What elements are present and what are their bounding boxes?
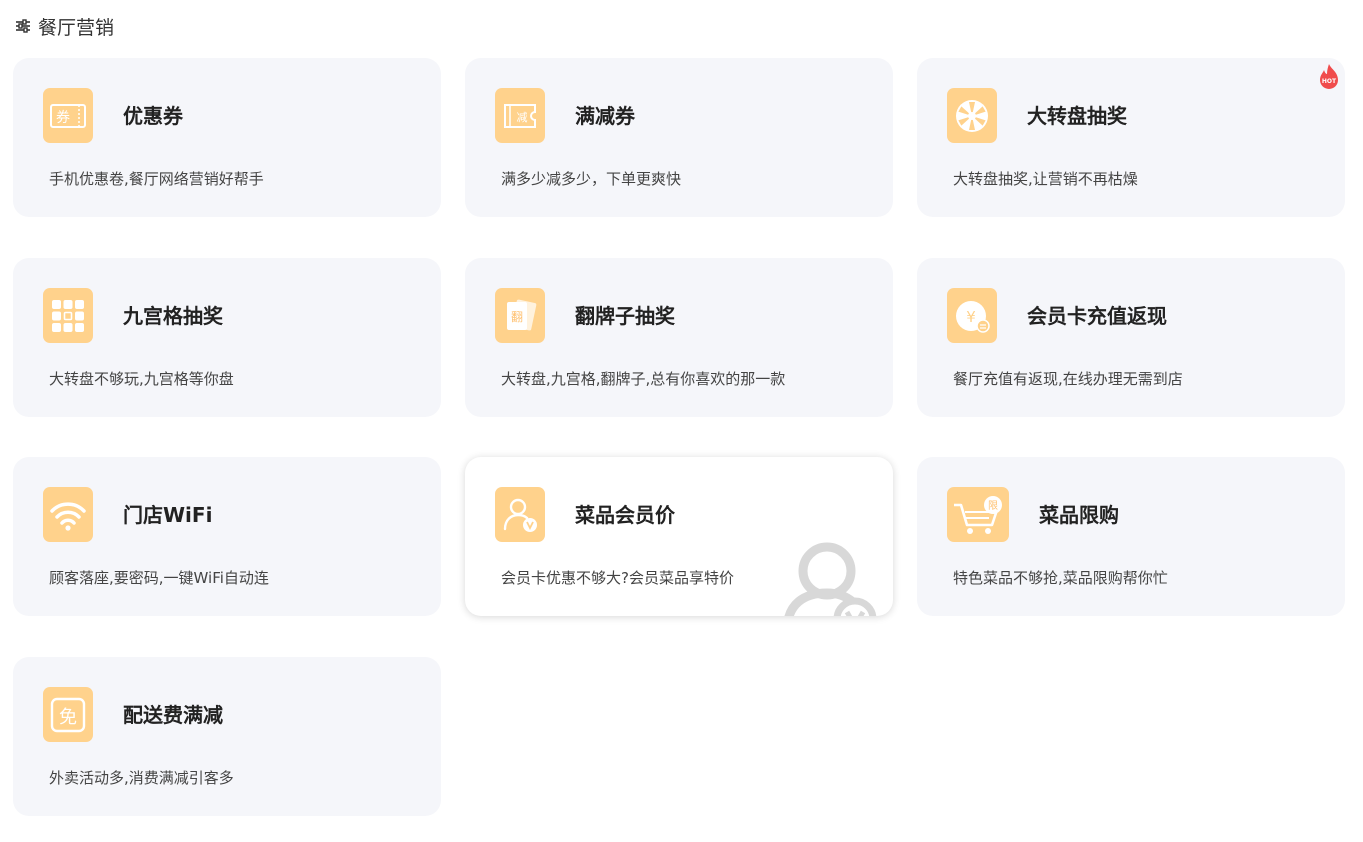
card-wheel-lottery[interactable]: 大转盘抽奖 大转盘抽奖,让营销不再枯燥 HOT [917, 58, 1345, 217]
sliders-icon[interactable] [14, 17, 32, 35]
hot-flame-icon: HOT [1320, 64, 1338, 89]
card-title: 九宫格抽奖 [123, 304, 223, 328]
card-dish-purchase-limit[interactable]: 限 菜品限购 特色菜品不够抢,菜品限购帮你忙 [917, 457, 1345, 616]
card-title: 门店WiFi [123, 503, 213, 527]
card-coupon[interactable]: 券 优惠券 手机优惠卷,餐厅网络营销好帮手 [13, 58, 441, 217]
free-icon: 免 [43, 687, 93, 742]
card-description: 顾客落座,要密码,一键WiFi自动连 [49, 569, 269, 587]
svg-text:¥: ¥ [966, 308, 976, 326]
page-title: 餐厅营销 [38, 16, 115, 39]
card-description: 外卖活动多,消费满减引客多 [49, 769, 234, 787]
member-price-icon [495, 487, 545, 542]
card-title: 大转盘抽奖 [1027, 104, 1127, 128]
yen-coin-icon: ¥ [947, 288, 997, 343]
card-discount-coupon[interactable]: 减 满减券 满多少减多少，下单更爽快 [465, 58, 893, 217]
card-description: 满多少减多少，下单更爽快 [501, 170, 682, 188]
card-member-recharge[interactable]: ¥ 会员卡充值返现 餐厅充值有返现,在线办理无需到店 [917, 258, 1345, 417]
card-title: 会员卡充值返现 [1027, 304, 1167, 328]
card-store-wifi[interactable]: 门店WiFi 顾客落座,要密码,一键WiFi自动连 [13, 457, 441, 616]
svg-text:限: 限 [988, 500, 998, 512]
grid-icon [43, 288, 93, 343]
svg-text:翻: 翻 [511, 310, 523, 324]
member-watermark-icon [784, 542, 877, 616]
svg-text:免: 免 [59, 707, 77, 728]
coupon-icon: 券 [43, 88, 93, 143]
wheel-icon [947, 88, 997, 143]
card-description: 大转盘,九宫格,翻牌子,总有你喜欢的那一款 [501, 370, 786, 388]
cart-icon: 限 [947, 487, 1009, 542]
card-description: 手机优惠卷,餐厅网络营销好帮手 [49, 170, 264, 188]
card-description: 餐厅充值有返现,在线办理无需到店 [953, 370, 1183, 388]
card-title: 优惠券 [123, 104, 183, 128]
card-flip-lottery[interactable]: 翻 翻牌子抽奖 大转盘,九宫格,翻牌子,总有你喜欢的那一款 [465, 258, 893, 417]
card-title: 满减券 [575, 104, 635, 128]
card-title: 翻牌子抽奖 [575, 304, 675, 328]
card-delivery-fee-discount[interactable]: 免 配送费满减 外卖活动多,消费满减引客多 [13, 657, 441, 816]
discount-ticket-icon: 减 [495, 88, 545, 143]
page-header: 餐厅营销 [14, 12, 114, 40]
svg-text:券: 券 [56, 110, 70, 126]
card-title: 配送费满减 [123, 703, 223, 727]
svg-text:减: 减 [517, 111, 528, 124]
card-member-dish-price[interactable]: 菜品会员价 会员卡优惠不够大?会员菜品享特价 [465, 457, 893, 616]
wifi-icon [43, 487, 93, 542]
card-description: 会员卡优惠不够大?会员菜品享特价 [501, 569, 734, 587]
card-grid-lottery[interactable]: 九宫格抽奖 大转盘不够玩,九宫格等你盘 [13, 258, 441, 417]
card-description: 大转盘不够玩,九宫格等你盘 [49, 370, 234, 388]
card-description: 大转盘抽奖,让营销不再枯燥 [953, 170, 1138, 188]
svg-text:HOT: HOT [1322, 78, 1337, 85]
card-title: 菜品限购 [1039, 503, 1119, 527]
flip-card-icon: 翻 [495, 288, 545, 343]
card-description: 特色菜品不够抢,菜品限购帮你忙 [953, 569, 1168, 587]
card-title: 菜品会员价 [575, 503, 675, 527]
